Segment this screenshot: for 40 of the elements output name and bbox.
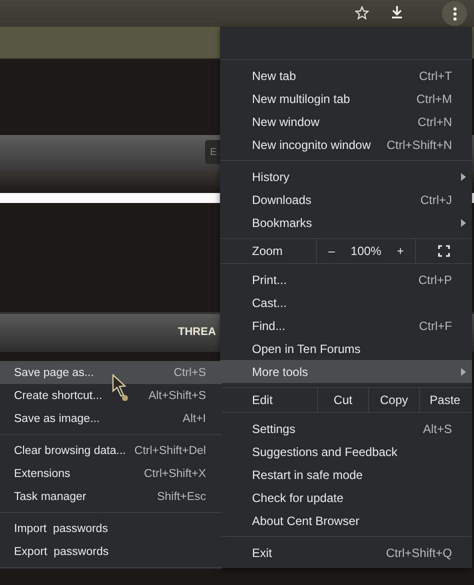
zoom-label: Zoom [251,243,284,260]
star-icon[interactable] [355,6,369,20]
menu-item[interactable]: History [220,165,472,188]
menu-item[interactable]: Save page as... Ctrl+S [0,361,222,384]
menu-item[interactable]: New tab Ctrl+T [220,64,472,87]
menu-item[interactable]: Task manager Shift+Esc [0,485,222,508]
banner-text: THREA [178,326,216,338]
submenu-arrow-icon [461,173,466,181]
menu-item[interactable]: Downloads Ctrl+J [220,188,472,211]
menu-item[interactable]: Create shortcut... Alt+Shift+S [0,384,222,407]
menu-item[interactable]: Print... Ctrl+P [220,268,472,291]
zoom-in-button[interactable]: + [390,244,410,258]
menu-item[interactable]: Find... Ctrl+F [220,314,472,337]
menu-icon [452,6,456,20]
menu-item[interactable]: Save as image... Alt+I [0,407,222,430]
edit-label: Edit [251,392,274,409]
zoom-out-button[interactable]: – [322,244,342,258]
menu-item[interactable]: Cast... [220,291,472,314]
menu-button[interactable] [442,1,467,26]
menu-item[interactable]: Bookmarks [220,211,472,234]
menu-item[interactable]: New multilogin tab Ctrl+M [220,87,472,110]
menu-item[interactable]: Open in Ten Forums [220,337,472,360]
submenu-arrow-icon [461,368,466,376]
menu-item[interactable]: New window Ctrl+N [220,110,472,133]
download-icon[interactable] [390,5,404,19]
mouse-cursor-icon [112,374,130,402]
zoom-level: 100% [350,244,382,258]
fullscreen-icon [438,245,450,257]
menu-item[interactable]: Extensions Ctrl+Shift+X [0,462,222,485]
menu-item[interactable]: About Cent Browser [220,509,472,532]
menu-item[interactable]: Suggestions and Feedback [220,440,472,463]
menu-item[interactable]: Check for update [220,486,472,509]
menu-item[interactable]: Clear browsing data... Ctrl+Shift+Del [0,439,222,462]
menu-item[interactable]: Restart in safe mode [220,463,472,486]
menu-item[interactable]: Settings Alt+S [220,417,472,440]
menu-item[interactable]: Export passwords [0,540,222,563]
submenu-arrow-icon [461,219,466,227]
menu-item[interactable]: Exit Ctrl+Shift+Q [220,541,472,564]
menu-item[interactable]: Import passwords [0,517,222,540]
menu-item[interactable]: More tools [220,360,472,383]
